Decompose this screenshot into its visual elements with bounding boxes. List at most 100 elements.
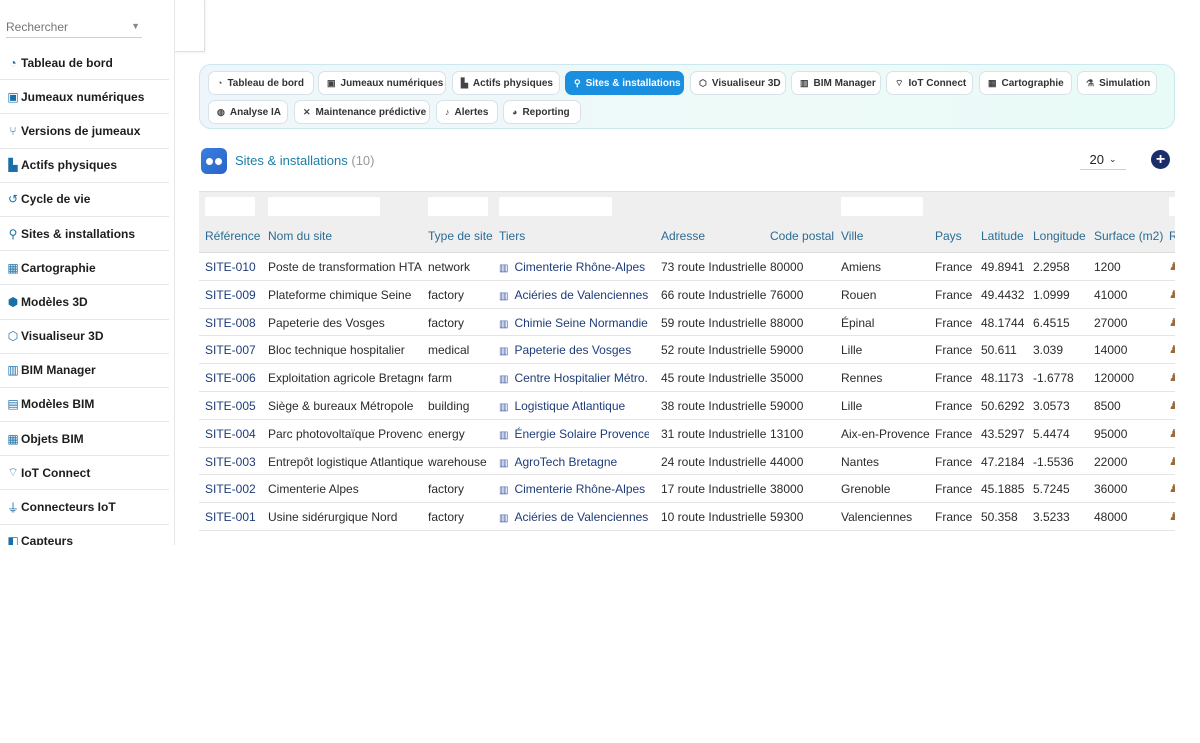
sidebar-item-jumeaux-num-riques[interactable]: ▣ Jumeaux numériques xyxy=(0,80,169,115)
tab-label: IoT Connect xyxy=(908,77,967,89)
tab-alertes[interactable]: ♪ Alertes xyxy=(436,100,498,124)
cell-type: farm xyxy=(428,371,452,386)
table-row[interactable]: SITE-003 Entrepôt logistique Atlantique wa… xyxy=(199,447,1175,476)
cell-ref[interactable]: SITE-004 xyxy=(205,427,265,441)
tab-bim-manager[interactable]: ▥ BIM Manager xyxy=(791,71,881,95)
cell-tiers-link[interactable]: ▥ Cimenterie Rhône-Alpes xyxy=(499,260,649,274)
filter-site-name[interactable] xyxy=(268,197,380,216)
cell-name: Parc photovoltaïque Provence xyxy=(268,426,423,441)
table-row[interactable]: SITE-004 Parc photovoltaïque Provence ener… xyxy=(199,419,1175,448)
cell-ref[interactable]: SITE-002 xyxy=(205,482,265,496)
tab-reporting[interactable]: ◕ Reporting xyxy=(503,100,581,124)
search-input[interactable] xyxy=(6,18,126,36)
cell-lat: 49.4432 xyxy=(981,287,1025,302)
cell-tiers-link[interactable]: ▥ Aciéries de Valenciennes xyxy=(499,288,649,302)
column-header[interactable]: Type de site xyxy=(428,229,493,243)
cell-tiers-link[interactable]: ▥ AgroTech Bretagne xyxy=(499,455,649,469)
cell-city: Grenoble xyxy=(841,482,891,497)
column-header[interactable]: R xyxy=(1169,229,1175,243)
filter-extra[interactable] xyxy=(1169,197,1175,216)
table-row[interactable]: SITE-006 Exploitation agricole Bretagne fa… xyxy=(199,364,1175,392)
sidebar-item-capteurs[interactable]: ◧ Capteurs xyxy=(0,525,169,545)
tab-simulation[interactable]: ⚗ Simulation xyxy=(1077,71,1157,95)
filter-site-type[interactable] xyxy=(428,197,488,216)
cell-ref[interactable]: SITE-003 xyxy=(205,455,265,469)
tab-tableau-de-bord[interactable]: ◔ Tableau de bord xyxy=(208,71,314,95)
table-row[interactable]: SITE-005 Siège & bureaux Métropole buildin… xyxy=(199,391,1175,420)
cell-ref[interactable]: SITE-001 xyxy=(205,510,265,524)
sidebar-item-label: BIM Manager xyxy=(21,363,96,378)
tools-icon: ✕ xyxy=(303,106,311,117)
tab-jumeaux-num-riques[interactable]: ▣ Jumeaux numériques xyxy=(318,71,446,95)
sidebar-item-visualiseur-3d[interactable]: ⬡ Visualiseur 3D xyxy=(0,320,169,354)
column-header[interactable]: Tiers xyxy=(499,229,525,243)
digital-twin-icon: ▣ xyxy=(327,77,336,88)
cell-country: France xyxy=(935,510,973,525)
industry-icon: ▙ xyxy=(461,77,468,88)
cell-address: 10 route Industrielle xyxy=(661,510,766,525)
cell-type: factory xyxy=(428,315,465,330)
column-header[interactable]: Adresse xyxy=(661,229,705,243)
cell-ref[interactable]: SITE-010 xyxy=(205,260,265,274)
filter-reference[interactable] xyxy=(205,197,255,216)
building-icon: ▥ xyxy=(499,318,509,330)
table-row[interactable]: SITE-001 Usine sidérurgique Nord factory ▥ A… xyxy=(199,503,1175,531)
cell-ref[interactable]: SITE-006 xyxy=(205,371,265,385)
tab-actifs-physiques[interactable]: ▙ Actifs physiques xyxy=(452,71,560,95)
sidebar-item-tableau-de-bord[interactable]: ◔ Tableau de bord xyxy=(0,46,169,81)
table-row[interactable]: SITE-002 Cimenterie Alpes factory ▥ Cimenter… xyxy=(199,475,1175,504)
tab-visualiseur-3d[interactable]: ⬡ Visualiseur 3D xyxy=(690,71,786,95)
cell-ref[interactable]: SITE-008 xyxy=(205,316,265,330)
cell-tiers-link[interactable]: ▥ Papeterie des Vosges xyxy=(499,343,649,357)
cell-ref[interactable]: SITE-007 xyxy=(205,343,265,357)
sidebar-item-sites-installations[interactable]: ⚲ Sites & installations xyxy=(0,217,169,252)
sidebar-item-mod-les-bim[interactable]: ▤ Modèles BIM xyxy=(0,388,169,423)
cell-tiers-link[interactable]: ▥ Centre Hospitalier Métro... xyxy=(499,371,649,385)
tab-iot-connect[interactable]: ⌔ IoT Connect xyxy=(886,71,973,95)
sidebar-item-versions-de-jumeaux[interactable]: ⑂ Versions de jumeaux xyxy=(0,114,169,149)
cell-tiers-link[interactable]: ▥ Énergie Solaire Provence xyxy=(499,427,649,441)
cell-cp: 76000 xyxy=(770,287,804,302)
table-row[interactable]: SITE-007 Bloc technique hospitalier medica… xyxy=(199,336,1175,365)
sidebar-item-cartographie[interactable]: ▦ Cartographie xyxy=(0,251,169,286)
cell-tiers-link[interactable]: ▥ Chimie Seine Normandie xyxy=(499,316,649,330)
cell-tiers-link[interactable]: ▥ Aciéries de Valenciennes xyxy=(499,510,649,524)
sidebar-item-actifs-physiques[interactable]: ▙ Actifs physiques xyxy=(0,149,169,183)
table-row[interactable]: SITE-008 Papeterie des Vosges factory ▥ Chim… xyxy=(199,308,1175,337)
cell-tiers-link[interactable]: ▥ Logistique Atlantique xyxy=(499,399,649,413)
tab-cartographie[interactable]: ▦ Cartographie xyxy=(979,71,1072,95)
filter-city[interactable] xyxy=(841,197,923,216)
cell-ref[interactable]: SITE-005 xyxy=(205,399,265,413)
cell-tiers-link[interactable]: ▥ Cimenterie Rhône-Alpes xyxy=(499,482,649,496)
bell-icon: ♪ xyxy=(445,107,450,117)
sidebar-item-bim-manager[interactable]: ▥ BIM Manager xyxy=(0,354,169,388)
sidebar-item-iot-connect[interactable]: ⌔ IoT Connect xyxy=(0,456,169,491)
column-header[interactable]: Pays xyxy=(935,229,962,243)
column-header[interactable]: Surface (m2) xyxy=(1094,229,1163,243)
tab-label: Jumeaux numériques xyxy=(340,77,444,89)
table-row[interactable]: SITE-010 Poste de transformation HTA netwo… xyxy=(199,253,1175,281)
column-header[interactable]: Nom du site xyxy=(268,229,332,243)
sidebar-item-objets-bim[interactable]: ▦ Objets BIM xyxy=(0,422,169,457)
chevron-down-icon[interactable]: ▼ xyxy=(131,21,140,31)
page-size-select[interactable]: 20 ⌄ xyxy=(1080,149,1126,170)
column-header[interactable]: Code postal xyxy=(770,229,834,243)
add-button[interactable]: + xyxy=(1151,150,1170,169)
cell-ref[interactable]: SITE-009 xyxy=(205,288,265,302)
cube-icon: ⬢ xyxy=(7,294,19,309)
table-row[interactable]: SITE-009 Plateforme chimique Seine factory… xyxy=(199,280,1175,309)
tab-sites-installations[interactable]: ⚲ Sites & installations xyxy=(565,71,684,95)
tab-maintenance-pr-dictive[interactable]: ✕ Maintenance prédictive xyxy=(294,100,430,124)
column-header[interactable]: Ville xyxy=(841,229,863,243)
cell-lon: -1.6778 xyxy=(1033,371,1074,386)
page-size-value: 20 xyxy=(1089,151,1104,167)
sidebar-item-label: Objets BIM xyxy=(21,431,84,446)
filter-tiers[interactable] xyxy=(499,197,612,216)
tab-analyse-ia[interactable]: ◍ Analyse IA xyxy=(208,100,288,124)
sidebar-item-connecteurs-iot[interactable]: ⏚ Connecteurs IoT xyxy=(0,490,169,525)
column-header[interactable]: Latitude xyxy=(981,229,1024,243)
column-header[interactable]: Longitude xyxy=(1033,229,1086,243)
sidebar-item-mod-les-3d[interactable]: ⬢ Modèles 3D xyxy=(0,285,169,320)
column-header[interactable]: Référence xyxy=(205,229,260,243)
sidebar-item-cycle-de-vie[interactable]: ↺ Cycle de vie xyxy=(0,183,169,217)
